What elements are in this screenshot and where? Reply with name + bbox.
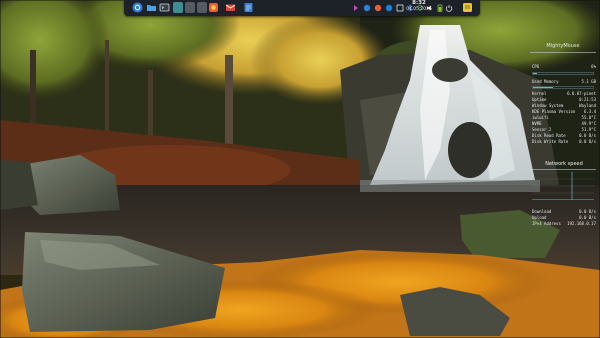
divider	[530, 169, 596, 170]
mail-icon[interactable]	[225, 2, 236, 13]
cpu-bar-fill	[533, 73, 537, 74]
memory-label: Used Memory	[532, 79, 559, 84]
desktop[interactable]: 8:32 01.05.2025 MightyMouse CPU 6% Used …	[0, 0, 600, 338]
network-graph	[532, 172, 594, 200]
cpu-row: CPU 6%	[532, 65, 596, 70]
tray-app-3-icon[interactable]	[372, 2, 383, 13]
file-manager-icon[interactable]	[146, 2, 157, 13]
tray-app-2-icon[interactable]	[361, 2, 372, 13]
power-glyph	[445, 4, 452, 12]
clock[interactable]: 8:32 01.05.2025	[403, 0, 435, 12]
system-menu-icon[interactable]	[132, 2, 143, 13]
system-menu-glyph	[132, 2, 143, 13]
clock-time: 8:32	[412, 0, 426, 6]
net-stat-value: 192.168.0.17	[567, 221, 596, 226]
cpu-bar	[532, 72, 594, 75]
terminal-icon[interactable]	[159, 2, 170, 13]
info-value: Wayland	[579, 103, 596, 108]
tray-app-1-icon[interactable]	[350, 2, 361, 13]
info-value: 0.0 B/s	[579, 139, 596, 144]
info-key: Window System	[532, 103, 564, 108]
info-key: Uptime	[532, 97, 547, 102]
info-key: Sensor 2	[532, 127, 552, 132]
net-stat-value: 0.0 B/s	[579, 215, 596, 220]
network-speed-title: Network speed	[545, 161, 583, 167]
tray-glyph-3	[374, 4, 381, 11]
info-value: 6.8.87-pinet	[567, 91, 596, 96]
notes-icon[interactable]	[462, 2, 473, 13]
info-key: NVME	[532, 121, 542, 126]
workspace-1[interactable]	[173, 2, 183, 13]
workspace-2[interactable]	[185, 2, 195, 13]
net-stat-value: 0.0 B/s	[579, 209, 596, 214]
info-value: 0.0 B/s	[579, 133, 596, 138]
info-row: Disk Write Rate 0.0 B/s	[532, 140, 596, 145]
info-value: 0:21:53	[579, 97, 596, 102]
info-value: 55.0°C	[581, 115, 596, 120]
net-stat-key: Upload	[532, 215, 547, 220]
browser-icon[interactable]	[208, 2, 219, 13]
folder-glyph	[147, 5, 156, 11]
net-stat-key: Download	[532, 209, 552, 214]
divider	[530, 52, 596, 53]
info-key: Kernel	[532, 91, 547, 96]
workspace-3[interactable]	[197, 2, 207, 13]
memory-row: Used Memory 5.1 GB	[532, 80, 596, 85]
power-icon[interactable]	[443, 2, 454, 13]
hostname: MightyMouse	[546, 43, 580, 49]
clock-date: 01.05.2025	[406, 6, 432, 12]
info-value: 6.3.4	[583, 109, 596, 114]
tray-app-4-icon[interactable]	[383, 2, 394, 13]
mail-glyph	[225, 4, 236, 11]
browser-glyph	[209, 3, 218, 12]
wallpaper	[0, 0, 600, 338]
tray-glyph-4	[385, 4, 392, 11]
tray-glyph-1	[353, 4, 358, 11]
info-key: iwlwifi	[532, 115, 549, 120]
cpu-value: 6%	[591, 64, 596, 69]
notes-glyph	[463, 3, 472, 12]
memory-value: 5.1 GB	[581, 79, 596, 84]
net-stat-key: IPv4 Address	[532, 221, 561, 226]
info-key: Disk Write Rate	[532, 139, 569, 144]
top-panel: 8:32 01.05.2025	[124, 0, 480, 16]
info-value: 49.9°C	[581, 121, 596, 126]
tray-glyph-2	[363, 4, 370, 11]
text-editor-icon[interactable]	[243, 2, 254, 13]
info-value: 51.9°C	[581, 127, 596, 132]
cpu-label: CPU	[532, 64, 540, 69]
info-key: Disk Read Rate	[532, 133, 566, 138]
net-stat-row: IPv4 Address 192.168.0.17	[532, 222, 596, 227]
terminal-glyph	[159, 3, 170, 12]
memory-bar-fill	[533, 87, 553, 88]
editor-glyph	[244, 3, 253, 12]
info-key: KDE Plasma Version	[532, 109, 576, 114]
memory-bar	[532, 86, 594, 89]
